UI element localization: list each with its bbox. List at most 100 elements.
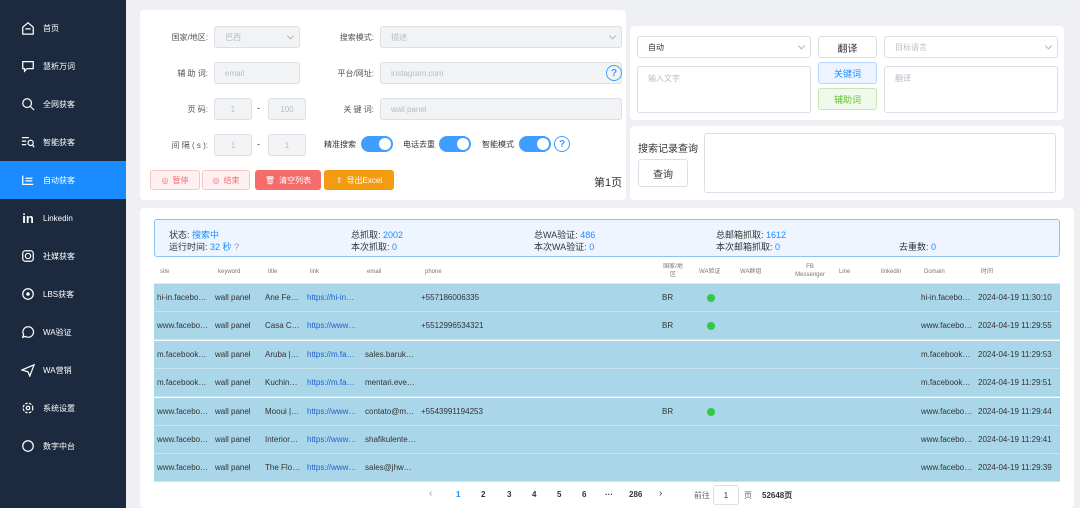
cell-keyword: wall panel: [215, 406, 251, 416]
page-2-button[interactable]: 2: [481, 490, 485, 499]
keyword-fill-button[interactable]: 关键词: [818, 62, 877, 84]
sidebar-item-9[interactable]: WA验证: [0, 313, 126, 351]
page-6-button[interactable]: 6: [582, 490, 586, 499]
aux-input[interactable]: email: [214, 62, 300, 84]
col-linkedin[interactable]: linkedin: [881, 268, 901, 276]
cell-title: Casa C…: [265, 321, 300, 331]
cell-email: mentari.eve…: [365, 378, 415, 388]
precise-search-label: 精准搜索: [324, 140, 356, 149]
sidebar-item-4[interactable]: 智能获客: [0, 123, 126, 161]
export-excel-button[interactable]: ⇪ 导出Excel: [324, 170, 394, 190]
clear-list-button[interactable]: 🗑 清空列表: [255, 170, 321, 190]
instagram-icon: [20, 248, 36, 264]
sidebar-item-7[interactable]: 社媒获客: [0, 237, 126, 275]
status-this-wa: 本次WA验证: 0: [534, 240, 594, 253]
chevron-down-icon: [797, 42, 806, 50]
cell-link[interactable]: https://www…: [307, 321, 356, 330]
sidebar-item-3[interactable]: 全网获客: [0, 85, 126, 123]
aux-fill-label: 辅助词: [833, 94, 861, 105]
sidebar-item-12[interactable]: 数字中台: [0, 427, 126, 465]
country-select[interactable]: 巴西: [214, 26, 300, 48]
page-1-button[interactable]: 1: [456, 490, 460, 499]
sidebar-item-5[interactable]: 自动获客: [0, 161, 126, 199]
interval-from-input[interactable]: 1: [214, 134, 252, 156]
target-language-select[interactable]: 目标语言: [884, 36, 1058, 58]
aux-fill-button[interactable]: 辅助词: [818, 88, 877, 110]
prev-page-button[interactable]: ‹: [429, 488, 432, 499]
more-pages-button[interactable]: ···: [605, 490, 613, 499]
sidebar-item-10[interactable]: WA营销: [0, 351, 126, 389]
col-country[interactable]: 国家/地区: [662, 263, 684, 279]
col-link[interactable]: link: [310, 268, 319, 276]
cell-keyword: wall panel: [215, 463, 251, 473]
this-email-value: 0: [775, 242, 781, 252]
cell-link[interactable]: https://m.fa…: [307, 378, 355, 387]
col-title[interactable]: title: [268, 268, 277, 276]
pause-label: 暂停: [172, 175, 189, 185]
interval-label: 间 隔 ( s ):: [171, 141, 208, 150]
last-page-button[interactable]: 286: [629, 490, 642, 499]
col-wa-verify[interactable]: WA验证: [699, 268, 720, 276]
sidebar-item-8[interactable]: LBS获客: [0, 275, 126, 313]
smart-mode-toggle[interactable]: [519, 136, 551, 152]
source-text-area[interactable]: 输入文字: [637, 66, 811, 113]
cell-title: Interior…: [265, 435, 298, 444]
col-wa-group[interactable]: WA群组: [740, 268, 761, 276]
cell-time: 2024-04-19 11:29:39: [978, 463, 1052, 473]
stop-button[interactable]: ◎ 结束: [202, 170, 250, 190]
page-to-input[interactable]: 100: [268, 98, 306, 120]
cell-site: www.facebo…: [157, 463, 209, 473]
history-query-button[interactable]: 查询: [638, 159, 688, 187]
sidebar-item-1[interactable]: 首页: [0, 9, 126, 47]
search-mode-select[interactable]: 描述: [380, 26, 622, 48]
page-from-input[interactable]: 1: [214, 98, 252, 120]
page-4-button[interactable]: 4: [532, 490, 536, 499]
col-line[interactable]: Line: [839, 268, 850, 276]
translate-button[interactable]: 翻译: [818, 36, 877, 58]
col-time[interactable]: 时间: [981, 268, 993, 276]
page-3-button[interactable]: 3: [507, 490, 511, 499]
platform-help-icon[interactable]: ?: [606, 65, 622, 81]
cell-phone: +5512996534321: [421, 321, 484, 331]
sidebar-item-label: WA营销: [43, 365, 72, 375]
phone-dedup-toggle[interactable]: [439, 136, 471, 152]
source-language-select[interactable]: 自动: [637, 36, 811, 58]
cell-link[interactable]: https://hi-in…: [307, 293, 354, 302]
clear-label: 清空列表: [279, 175, 312, 185]
precise-search-toggle[interactable]: [361, 136, 393, 152]
chat-icon: [20, 58, 36, 74]
translation-output-area[interactable]: 翻译: [884, 66, 1058, 113]
cell-link[interactable]: https://www…: [307, 435, 356, 444]
goto-page-input[interactable]: 1: [713, 485, 739, 505]
cell-phone: +5543991194253: [421, 406, 483, 416]
cell-link[interactable]: https://m.fa…: [307, 350, 355, 359]
cell-link[interactable]: https://www…: [307, 463, 356, 472]
cell-domain: hi-in.facebo…: [921, 293, 971, 302]
col-site[interactable]: site: [160, 268, 169, 276]
search-icon: [20, 96, 36, 112]
interval-to-input[interactable]: 1: [268, 134, 306, 156]
history-textarea[interactable]: [704, 133, 1056, 193]
history-title: 搜索记录查询: [638, 144, 698, 155]
history-query-label: 查询: [653, 169, 673, 181]
cell-email: sales.baruk…: [365, 349, 414, 359]
cell-title: Mooui |…: [265, 406, 300, 416]
runtime-help-icon[interactable]: ?: [234, 242, 239, 252]
sidebar-item-2[interactable]: 慧析万词: [0, 47, 126, 85]
col-domain[interactable]: Domain: [924, 268, 945, 276]
total-grab-value: 2002: [383, 230, 404, 240]
col-phone[interactable]: phone: [425, 268, 442, 276]
col-email[interactable]: email: [367, 268, 381, 276]
keyword-input[interactable]: wall panel: [380, 98, 622, 120]
col-messenger[interactable]: FB Messenger: [794, 263, 826, 279]
sidebar-item-11[interactable]: 系统设置: [0, 389, 126, 427]
stop-label: 结束: [223, 175, 240, 185]
smart-mode-help-icon[interactable]: ?: [554, 136, 570, 152]
sidebar-item-6[interactable]: in Linkedin: [0, 199, 126, 237]
next-page-button[interactable]: ›: [659, 488, 662, 499]
pause-button[interactable]: ◎ 暂停: [150, 170, 200, 190]
platform-input[interactable]: instagram.com: [380, 62, 622, 84]
cell-link[interactable]: https://www…: [307, 407, 356, 416]
page-5-button[interactable]: 5: [557, 490, 561, 499]
col-keyword[interactable]: keyword: [218, 268, 240, 276]
